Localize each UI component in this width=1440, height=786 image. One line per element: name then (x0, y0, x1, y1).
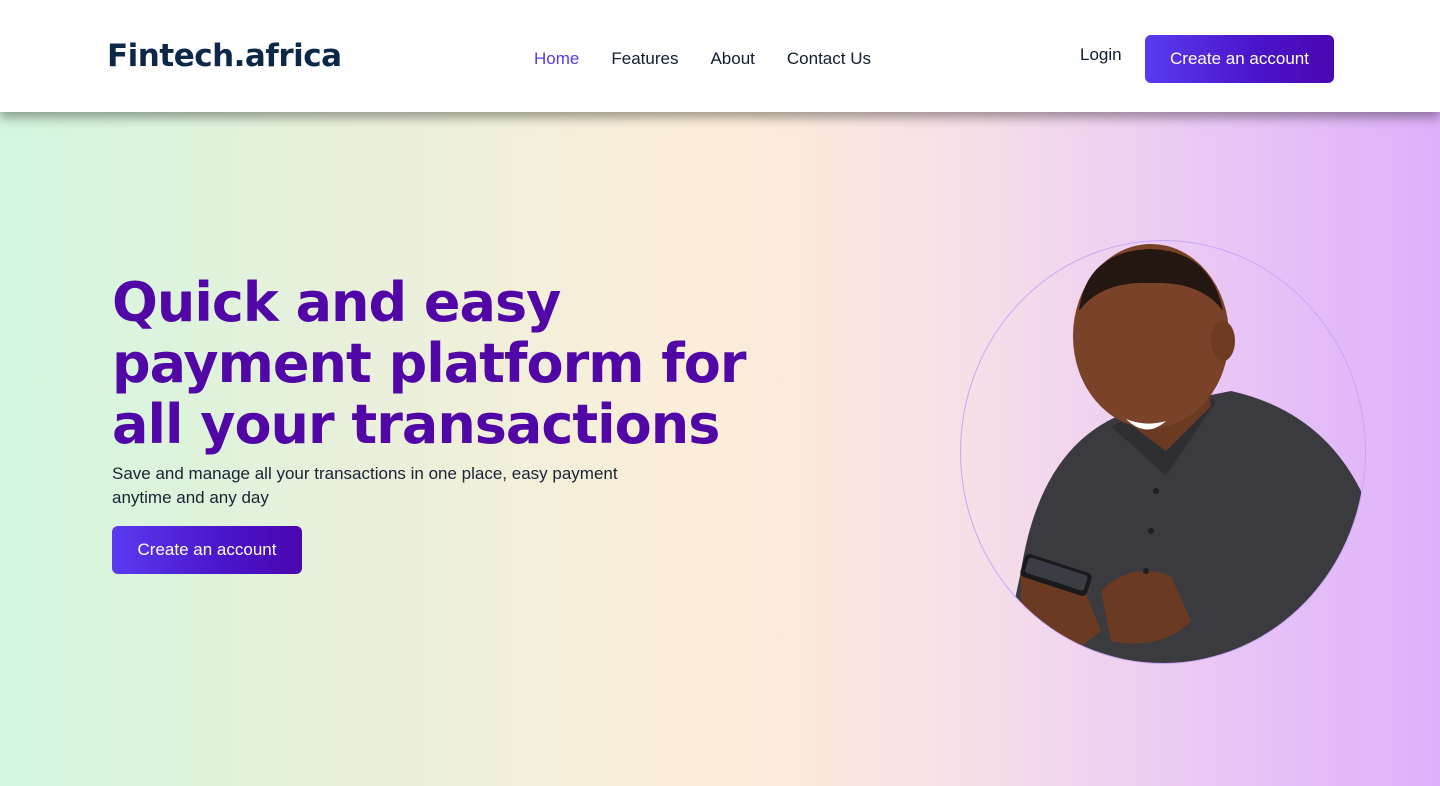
nav-link-features[interactable]: Features (611, 49, 678, 69)
login-link[interactable]: Login (1080, 45, 1122, 65)
hero-section: Quick and easy payment platform for all … (0, 112, 1440, 786)
nav-link-home[interactable]: Home (534, 49, 579, 69)
header-create-account-button[interactable]: Create an account (1145, 35, 1334, 83)
person-illustration (1001, 244, 1365, 663)
hero-subtext: Save and manage all your transactions in… (112, 464, 618, 507)
site-header: Fintech.africa Home Features About Conta… (0, 0, 1440, 112)
hero-create-account-button[interactable]: Create an account (112, 526, 302, 574)
brand-logo[interactable]: Fintech.africa (107, 38, 342, 74)
person-with-phone-photo (960, 240, 1366, 664)
nav-link-contact-us[interactable]: Contact Us (787, 49, 871, 69)
main-nav: Home Features About Contact Us (534, 49, 871, 69)
nav-link-about[interactable]: About (710, 49, 754, 69)
hero-headline: Quick and easy payment platform for all … (112, 271, 747, 456)
